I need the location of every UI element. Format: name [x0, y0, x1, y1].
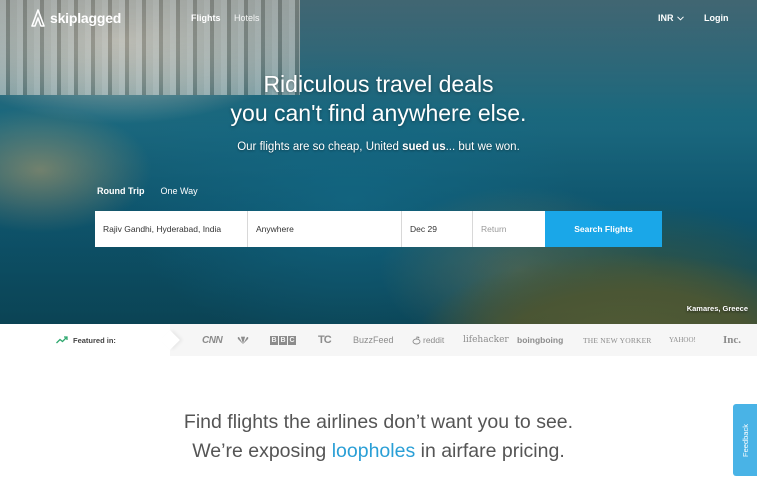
- login-link[interactable]: Login: [704, 13, 729, 23]
- bbc-logo: B B C: [270, 324, 296, 356]
- trip-type-tabs: Round Trip One Way: [97, 186, 198, 196]
- bbc-letter-3: C: [288, 335, 296, 345]
- reddit-logo: reddit: [412, 324, 444, 356]
- hero-headline: Ridiculous travel deals you can't find a…: [0, 70, 757, 128]
- reddit-alien-icon: [412, 335, 421, 344]
- return-date-field[interactable]: Return: [473, 211, 545, 247]
- hero-subline: Our flights are so cheap, United sued us…: [0, 141, 757, 153]
- hero-background: skiplagged Flights Hotels INR Login Ridi…: [0, 0, 757, 324]
- photo-location-caption: Kamares, Greece: [686, 304, 748, 313]
- nav-hotels-link[interactable]: Hotels: [234, 13, 260, 23]
- featured-label-box: Featured in:: [0, 324, 170, 356]
- tagline-prefix: We’re exposing: [192, 440, 332, 462]
- newyorker-logo: THE NEW YORKER: [583, 335, 652, 345]
- headline-line-1: Ridiculous travel deals: [263, 71, 494, 97]
- to-field[interactable]: Anywhere: [248, 211, 402, 247]
- tab-one-way[interactable]: One Way: [161, 186, 198, 196]
- brand-name: skiplagged: [50, 10, 122, 26]
- cnn-logo: CNN: [202, 334, 223, 346]
- boingboing-logo: boingboing: [517, 335, 564, 345]
- subline-prefix: Our flights are so cheap, United: [237, 141, 403, 153]
- feedback-tab[interactable]: Feedback: [733, 404, 757, 476]
- subline-bold: sued us: [402, 141, 446, 153]
- subline-suffix: ... but we won.: [445, 141, 520, 153]
- trending-up-icon: [56, 336, 68, 344]
- currency-selector[interactable]: INR: [658, 13, 684, 23]
- nbc-logo: [236, 324, 250, 356]
- tagline-line-1: Find flights the airlines don’t want you…: [183, 411, 574, 433]
- chevron-down-icon: [676, 15, 684, 21]
- bbc-letter-2: B: [279, 335, 287, 345]
- reddit-label: reddit: [423, 335, 445, 345]
- bbc-letter-1: B: [270, 335, 278, 345]
- inc-logo: Inc.: [723, 334, 742, 346]
- top-nav: skiplagged Flights Hotels INR Login: [0, 0, 757, 36]
- brand-logo[interactable]: skiplagged: [30, 9, 121, 27]
- buzzfeed-logo: BuzzFeed: [353, 335, 394, 345]
- currency-label: INR: [658, 13, 674, 23]
- headline-line-2: you can't find anywhere else.: [230, 100, 527, 126]
- from-field[interactable]: Rajiv Gandhi, Hyderabad, India: [95, 211, 248, 247]
- tab-round-trip[interactable]: Round Trip: [97, 186, 145, 196]
- flight-search-form: Rajiv Gandhi, Hyderabad, India Anywhere …: [95, 211, 662, 247]
- search-flights-button[interactable]: Search Flights: [545, 211, 662, 247]
- tagline-suffix: in airfare pricing.: [415, 440, 565, 462]
- featured-in-bar: Featured in: CNN B B C TC BuzzFeed reddi…: [0, 324, 757, 356]
- nav-flights-link[interactable]: Flights: [191, 13, 221, 23]
- tagline-line-2: We’re exposing loopholes in airfare pric…: [0, 437, 757, 466]
- featured-label: Featured in:: [73, 335, 116, 345]
- loopholes-link[interactable]: loopholes: [332, 440, 415, 462]
- feedback-label: Feedback: [740, 423, 750, 457]
- techcrunch-logo: TC: [318, 334, 332, 346]
- lifehacker-logo: lifehacker: [463, 335, 509, 345]
- depart-date-field[interactable]: Dec 29: [402, 211, 473, 247]
- yahoo-logo: YAHOO!: [669, 336, 696, 344]
- nbc-peacock-icon: [237, 336, 249, 344]
- value-proposition: Find flights the airlines don’t want you…: [0, 408, 757, 466]
- skiplagged-logo-icon: [31, 9, 45, 27]
